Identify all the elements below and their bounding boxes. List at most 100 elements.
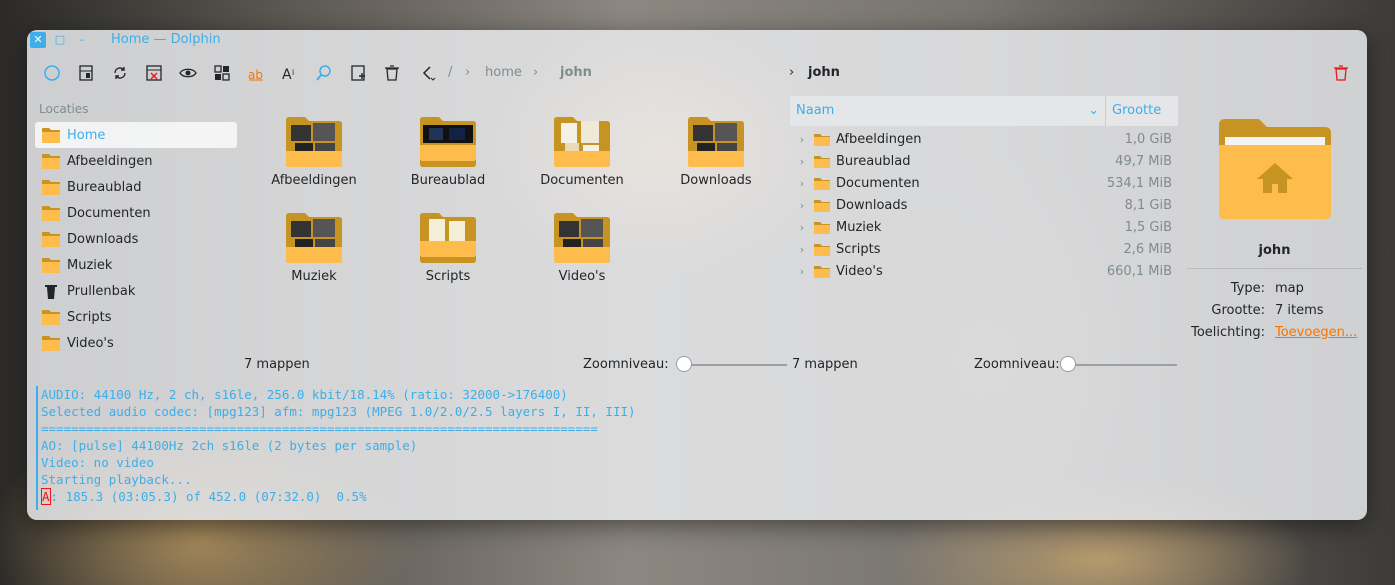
folder-tile-downloads[interactable]: Downloads xyxy=(651,115,781,188)
folder-tile-bureaublad[interactable]: Bureaublad xyxy=(383,115,513,188)
sidebar-item-label: Video's xyxy=(67,335,114,351)
column-header-size[interactable]: Grootte xyxy=(1106,96,1178,126)
terminal-line: ========================================… xyxy=(41,421,598,436)
new-file-icon[interactable] xyxy=(347,62,369,84)
places-icon[interactable] xyxy=(41,62,63,84)
table-row[interactable]: › Afbeeldingen 1,0 GiB xyxy=(790,128,1178,150)
split-view-icon[interactable] xyxy=(75,62,97,84)
minimize-window-button[interactable]: – xyxy=(74,32,90,48)
add-comment-link[interactable]: Toevoegen... xyxy=(1275,325,1357,340)
info-title: john xyxy=(1258,243,1291,258)
row-size: 1,5 GiB xyxy=(1124,219,1172,235)
chevron-right-icon[interactable]: › xyxy=(790,155,814,168)
back-icon[interactable] xyxy=(417,62,439,84)
sidebar-item-label: Home xyxy=(67,127,106,143)
table-row[interactable]: › Documenten 534,1 MiB xyxy=(790,172,1178,194)
sidebar-item-scripts[interactable]: Scripts xyxy=(35,304,237,330)
table-row[interactable]: › Downloads 8,1 GiB xyxy=(790,194,1178,216)
zoom-label-right: Zoomniveau: xyxy=(974,357,1060,372)
sidebar-item-bureaublad[interactable]: Bureaublad xyxy=(35,174,237,200)
sidebar-item-afbeeldingen[interactable]: Afbeeldingen xyxy=(35,148,237,174)
sidebar-item-documenten[interactable]: Documenten xyxy=(35,200,237,226)
sidebar-item-label: Bureaublad xyxy=(67,179,142,195)
terminal-line: Starting playback... xyxy=(41,472,192,487)
close-window-button[interactable]: ✕ xyxy=(30,32,46,48)
size-label: Grootte: xyxy=(1211,302,1265,318)
folder-tile-documenten[interactable]: Documenten xyxy=(517,115,647,188)
zoom-slider-handle[interactable] xyxy=(675,356,692,372)
search-icon[interactable] xyxy=(313,62,335,84)
sidebar-item-prullenbak[interactable]: Prullenbak xyxy=(35,278,237,304)
panel-icon[interactable] xyxy=(143,62,165,84)
row-name: Scripts xyxy=(836,241,881,257)
delete-red-icon[interactable] xyxy=(1330,62,1352,84)
folder-tile-muziek[interactable]: Muziek xyxy=(249,211,379,284)
row-name: Documenten xyxy=(836,175,920,191)
folder-icon xyxy=(687,115,745,167)
folder-tile-afbeeldingen[interactable]: Afbeeldingen xyxy=(249,115,379,188)
folder-label: Video's xyxy=(558,269,606,284)
zoom-slider-handle-right[interactable] xyxy=(1060,356,1076,372)
folder-label: Downloads xyxy=(680,173,752,188)
folder-label: Documenten xyxy=(540,173,624,188)
chevron-right-icon[interactable]: › xyxy=(790,221,814,234)
table-row[interactable]: › Scripts 2,6 MiB xyxy=(790,238,1178,260)
sidebar-item-muziek[interactable]: Muziek xyxy=(35,252,237,278)
maximize-window-button[interactable]: □ xyxy=(52,32,68,48)
table-row[interactable]: › Video's 660,1 MiB xyxy=(790,260,1178,282)
sidebar-item-downloads[interactable]: Downloads xyxy=(35,226,237,252)
table-row[interactable]: › Bureaublad 49,7 MiB xyxy=(790,150,1178,172)
breadcrumb-root[interactable]: / xyxy=(448,65,452,80)
breadcrumb-john[interactable]: john xyxy=(560,65,592,80)
folder-tile-scripts[interactable]: Scripts xyxy=(383,211,513,284)
folder-icon xyxy=(814,133,830,146)
titlebar: ✕ □ – Home — Dolphin xyxy=(27,30,1367,50)
rename-icon[interactable]: ab xyxy=(245,62,267,84)
folder-icon xyxy=(814,199,830,212)
preview-eye-icon[interactable] xyxy=(177,62,199,84)
chevron-right-icon: › xyxy=(533,65,539,80)
font-icon[interactable]: Ai xyxy=(279,62,301,84)
sidebar-item-label: Downloads xyxy=(67,231,139,247)
folder-icon xyxy=(419,115,477,167)
row-size: 2,6 MiB xyxy=(1123,241,1172,257)
documents-folder-icon xyxy=(41,205,61,221)
folder-tile-videos[interactable]: Video's xyxy=(517,211,647,284)
chevron-right-icon[interactable]: › xyxy=(790,243,814,256)
zoom-slider[interactable] xyxy=(677,364,787,366)
sidebar-item-label: Afbeeldingen xyxy=(67,153,153,169)
status-folder-count-right: 7 mappen xyxy=(792,357,858,372)
trash-icon xyxy=(41,283,61,299)
chevron-right-icon[interactable]: › xyxy=(790,265,814,278)
breadcrumb-john-right[interactable]: john xyxy=(808,65,840,80)
sidebar-item-label: Muziek xyxy=(67,257,113,273)
window-title: Home — Dolphin xyxy=(111,32,221,47)
toolbar: ab Ai / › home › john › john xyxy=(27,58,1367,88)
sidebar-item-videos[interactable]: Video's xyxy=(35,330,237,356)
zoom-slider-right[interactable] xyxy=(1067,364,1177,366)
folder-icon xyxy=(553,211,611,263)
breadcrumb-home[interactable]: home xyxy=(485,65,522,80)
videos-folder-icon xyxy=(41,335,61,351)
home-folder-large-icon xyxy=(1215,115,1335,223)
terminal-line: : 185.3 (03:05.3) of 452.0 (07:32.0) 0.5… xyxy=(50,489,367,504)
sidebar-item-home[interactable]: Home xyxy=(35,122,237,148)
column-header-name[interactable]: Naam ⌄ xyxy=(790,96,1106,126)
home-folder-icon xyxy=(41,127,61,143)
view-mode-icon[interactable] xyxy=(211,62,233,84)
reload-icon[interactable] xyxy=(109,62,131,84)
trash-icon[interactable] xyxy=(381,62,403,84)
folder-icon xyxy=(814,221,830,234)
comment-label: Toelichting: xyxy=(1191,324,1265,340)
table-row[interactable]: › Muziek 1,5 GiB xyxy=(790,216,1178,238)
row-name: Bureaublad xyxy=(836,153,911,169)
chevron-right-icon[interactable]: › xyxy=(790,177,814,190)
chevron-right-icon[interactable]: › xyxy=(790,199,814,212)
chevron-right-icon[interactable]: › xyxy=(790,133,814,146)
terminal-panel[interactable]: AUDIO: 44100 Hz, 2 ch, s16le, 256.0 kbit… xyxy=(36,386,941,510)
status-folder-count: 7 mappen xyxy=(244,357,310,372)
chevron-down-icon: ⌄ xyxy=(1088,103,1099,118)
row-size: 1,0 GiB xyxy=(1124,131,1172,147)
row-name: Afbeeldingen xyxy=(836,131,922,147)
sidebar-item-label: Documenten xyxy=(67,205,151,221)
